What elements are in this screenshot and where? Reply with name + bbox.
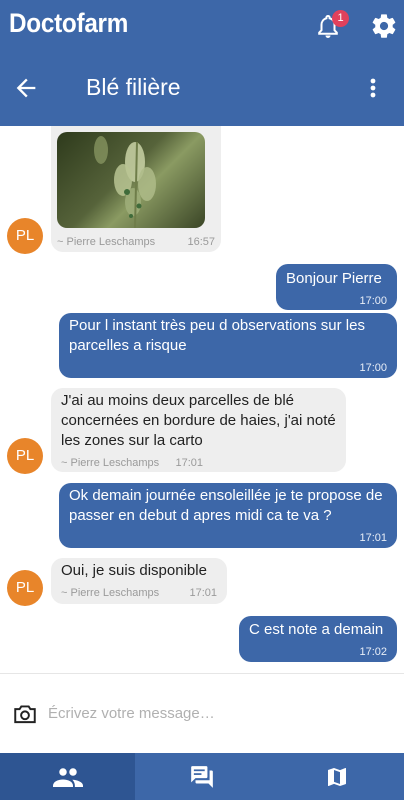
more-vertical-icon xyxy=(370,78,376,98)
camera-icon xyxy=(14,705,36,724)
tab-contacts[interactable] xyxy=(0,753,135,800)
message-composer xyxy=(0,673,404,753)
chat-icon xyxy=(191,765,213,788)
message-time: 16:57 xyxy=(187,236,215,248)
message-time: 17:02 xyxy=(359,646,387,658)
message-text: J'ai au moins deux parcelles de blé conc… xyxy=(61,392,336,449)
wheat-photo-icon xyxy=(94,136,156,228)
avatar[interactable]: PL xyxy=(7,438,43,474)
people-icon xyxy=(52,767,83,787)
tab-messages[interactable] xyxy=(135,753,269,800)
message-text: C est note a demain xyxy=(249,621,384,638)
message-time: 17:01 xyxy=(189,587,217,599)
back-button[interactable] xyxy=(12,74,40,102)
message-text: Oui, je suis disponible xyxy=(61,562,207,579)
tab-map[interactable] xyxy=(269,753,404,800)
bottom-tab-bar xyxy=(0,753,404,800)
message-time: 17:00 xyxy=(359,295,387,307)
message-input[interactable] xyxy=(48,698,388,728)
avatar[interactable]: PL xyxy=(7,570,43,606)
message-time: 17:01 xyxy=(359,532,387,544)
conversation-title: Blé filière xyxy=(86,74,181,100)
camera-button[interactable] xyxy=(12,701,38,727)
message-text: Pour l instant très peu d observations s… xyxy=(69,317,365,354)
message-time: 17:00 xyxy=(359,362,387,374)
gear-icon xyxy=(372,14,396,38)
wheat-photo[interactable] xyxy=(57,132,205,228)
message-author: ~ Pierre Leschamps xyxy=(61,457,160,469)
message-author: ~ Pierre Leschamps xyxy=(61,587,160,599)
message-time: 17:01 xyxy=(175,457,203,469)
app-header: Doctofarm 1 Blé filière xyxy=(0,0,404,126)
message-text: Ok demain journée ensoleillée je te prop… xyxy=(69,487,383,524)
map-icon xyxy=(327,767,346,786)
settings-button[interactable] xyxy=(370,12,398,40)
message-bubble-incoming[interactable]: J'ai au moins deux parcelles de blé conc… xyxy=(51,388,346,472)
image-message[interactable]: ~ Pierre Leschamps 16:57 xyxy=(51,126,221,252)
app-title: Doctofarm xyxy=(9,8,129,38)
arrow-left-icon xyxy=(16,78,36,98)
avatar[interactable]: PL xyxy=(7,218,43,254)
message-bubble-incoming[interactable]: Oui, je suis disponible ~ Pierre Lescham… xyxy=(51,558,227,604)
more-options-button[interactable] xyxy=(364,74,382,102)
message-bubble-outgoing[interactable]: Ok demain journée ensoleillée je te prop… xyxy=(59,483,397,548)
notifications-button[interactable]: 1 xyxy=(316,10,349,42)
message-author: ~ Pierre Leschamps xyxy=(57,236,156,248)
message-bubble-outgoing[interactable]: C est note a demain 17:02 xyxy=(239,616,397,662)
message-bubble-outgoing[interactable]: Bonjour Pierre 17:00 xyxy=(276,264,397,310)
message-list[interactable]: PL ~ Pierre Leschamps 16:57 Bonjour Pier… xyxy=(0,126,404,673)
message-text: Bonjour Pierre xyxy=(286,270,382,287)
notification-badge: 1 xyxy=(332,10,349,27)
message-bubble-outgoing[interactable]: Pour l instant très peu d observations s… xyxy=(59,313,397,378)
